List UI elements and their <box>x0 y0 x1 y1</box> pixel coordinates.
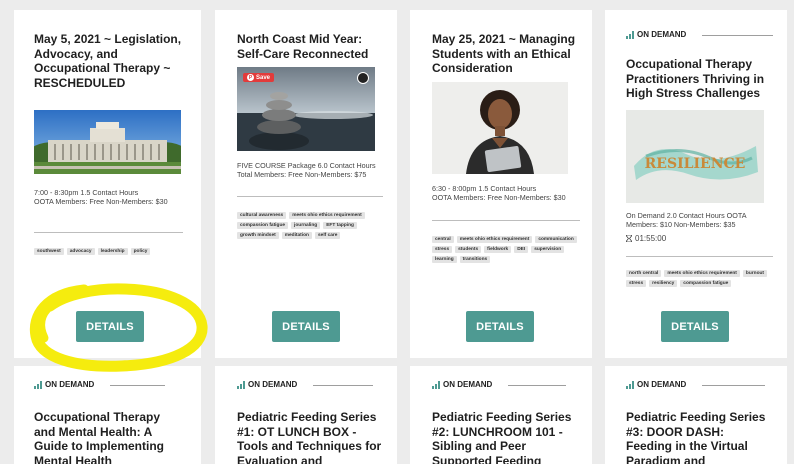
details-button[interactable]: DETAILS <box>466 311 534 342</box>
event-card-thriving-high-stress: ON DEMAND Occupational Therapy Practitio… <box>605 10 787 358</box>
tag[interactable]: transitions <box>459 256 491 263</box>
tag[interactable]: leadership <box>97 248 128 255</box>
on-demand-divider <box>702 35 773 36</box>
tag[interactable]: cultural awareness <box>237 212 287 219</box>
tag[interactable]: policy <box>130 248 151 255</box>
event-pricing: OOTA Members: Free Non-Members: $30 <box>432 193 566 202</box>
divider <box>626 256 773 257</box>
tag[interactable]: EFT tapping <box>323 222 357 229</box>
tag[interactable]: meets ohio ethics requirement <box>664 270 740 277</box>
tag[interactable]: central <box>432 236 454 243</box>
event-card-self-care: North Coast Mid Year: Self-Care Reconnec… <box>215 10 397 358</box>
on-demand-divider <box>313 385 373 386</box>
details-button[interactable]: DETAILS <box>272 311 340 342</box>
event-card-feeding-3: ON DEMAND Pediatric Feeding Series #3: D… <box>605 366 787 464</box>
tag-list: southwest advocacy leadership policy <box>34 248 183 255</box>
pinterest-save-button[interactable]: P Save <box>243 73 275 82</box>
on-demand-text: ON DEMAND <box>637 30 687 39</box>
event-pricing: On Demand 2.0 Contact Hours OOTA Members… <box>626 211 747 229</box>
tag[interactable]: meets ohio ethics requirement <box>456 236 533 243</box>
on-demand-text: ON DEMAND <box>443 380 493 389</box>
tag[interactable]: learning <box>432 256 457 263</box>
signal-bars-icon <box>626 30 634 39</box>
on-demand-label: ON DEMAND <box>34 380 94 389</box>
tag-list: cultural awareness meets ohio ethics req… <box>237 212 383 239</box>
signal-bars-icon <box>432 380 440 389</box>
tag[interactable]: stress <box>626 280 647 287</box>
event-time: 7:00 - 8:30pm 1.5 Contact Hours <box>34 188 139 197</box>
tag[interactable]: resiliency <box>649 280 678 287</box>
event-card-legislation: May 5, 2021 ~ Legislation, Advocacy, and… <box>14 10 201 358</box>
on-demand-text: ON DEMAND <box>248 380 298 389</box>
event-title[interactable]: Occupational Therapy and Mental Health: … <box>34 410 183 464</box>
tag[interactable]: burnout <box>742 270 768 277</box>
event-card-feeding-2: ON DEMAND Pediatric Feeding Series #2: L… <box>410 366 592 464</box>
event-title[interactable]: May 25, 2021 ~ Managing Students with an… <box>432 32 580 76</box>
on-demand-text: ON DEMAND <box>637 380 687 389</box>
divider <box>34 232 183 233</box>
event-title[interactable]: North Coast Mid Year: Self-Care Reconnec… <box>237 32 383 61</box>
tag[interactable]: north central <box>626 270 662 277</box>
tag[interactable]: southwest <box>34 248 64 255</box>
event-title[interactable]: Pediatric Feeding Series #3: DOOR DASH: … <box>626 410 773 464</box>
tag-list: north central meets ohio ethics requirem… <box>626 270 773 287</box>
event-card-mental-health: ON DEMAND Occupational Therapy and Menta… <box>14 366 201 464</box>
details-button[interactable]: DETAILS <box>661 311 729 342</box>
tag[interactable]: stress <box>432 246 453 253</box>
event-title[interactable]: Pediatric Feeding Series #1: OT LUNCH BO… <box>237 410 383 464</box>
tag[interactable]: self care <box>314 232 341 239</box>
event-card-managing-students: May 25, 2021 ~ Managing Students with an… <box>410 10 592 358</box>
visual-search-icon[interactable] <box>357 72 369 84</box>
divider <box>237 196 383 197</box>
events-grid: May 5, 2021 ~ Legislation, Advocacy, and… <box>0 0 794 464</box>
tag[interactable]: communication <box>535 236 577 243</box>
event-title[interactable]: May 5, 2021 ~ Legislation, Advocacy, and… <box>34 32 183 90</box>
event-card-feeding-1: ON DEMAND Pediatric Feeding Series #1: O… <box>215 366 397 464</box>
event-pricing: OOTA Members: Free Non-Members: $30 <box>34 197 168 206</box>
event-duration: 01:55:00 <box>626 234 773 243</box>
tag[interactable]: meets ohio ethics requirement <box>289 212 365 219</box>
event-title[interactable]: Pediatric Feeding Series #2: LUNCHROOM 1… <box>432 410 580 464</box>
signal-bars-icon <box>237 380 245 389</box>
tag[interactable]: compassion fatigue <box>680 280 732 287</box>
stacked-stones-image[interactable]: P Save <box>237 67 375 151</box>
save-label: Save <box>256 74 271 81</box>
pinterest-icon: P <box>247 74 254 81</box>
tag[interactable]: DEI <box>514 246 529 253</box>
on-demand-label: ON DEMAND <box>626 380 686 389</box>
details-button[interactable]: DETAILS <box>76 311 144 342</box>
event-title[interactable]: Occupational Therapy Practitioners Thriv… <box>626 57 773 101</box>
on-demand-label: ON DEMAND <box>432 380 492 389</box>
event-pricing: FIVE COURSE Package 6.0 Contact Hours To… <box>237 161 376 179</box>
tag[interactable]: supervision <box>531 246 565 253</box>
divider <box>432 220 580 221</box>
tag[interactable]: fieldwork <box>484 246 512 253</box>
tag[interactable]: students <box>455 246 482 253</box>
tag[interactable]: meditation <box>281 232 312 239</box>
capitol-building-image[interactable] <box>34 110 181 174</box>
woman-with-tablet-image[interactable] <box>432 82 568 174</box>
on-demand-text: ON DEMAND <box>45 380 95 389</box>
event-time: 6:30 - 8:00pm 1.5 Contact Hours <box>432 184 537 193</box>
on-demand-label: ON DEMAND <box>237 380 297 389</box>
duration-value: 01:55:00 <box>635 234 667 243</box>
signal-bars-icon <box>34 380 42 389</box>
tag[interactable]: advocacy <box>66 248 95 255</box>
tag[interactable]: journaling <box>291 222 321 229</box>
hourglass-icon <box>626 235 632 242</box>
resilience-image[interactable]: RESILIENCE <box>626 110 764 203</box>
on-demand-label: ON DEMAND <box>626 30 686 39</box>
signal-bars-icon <box>626 380 634 389</box>
tag[interactable]: growth mindset <box>237 232 279 239</box>
resilience-image-text: RESILIENCE <box>645 156 746 172</box>
on-demand-divider <box>508 385 566 386</box>
on-demand-divider <box>702 385 765 386</box>
tag[interactable]: compassion fatigue <box>237 222 289 229</box>
on-demand-divider <box>110 385 165 386</box>
tag-list: central meets ohio ethics requirement co… <box>432 236 580 263</box>
